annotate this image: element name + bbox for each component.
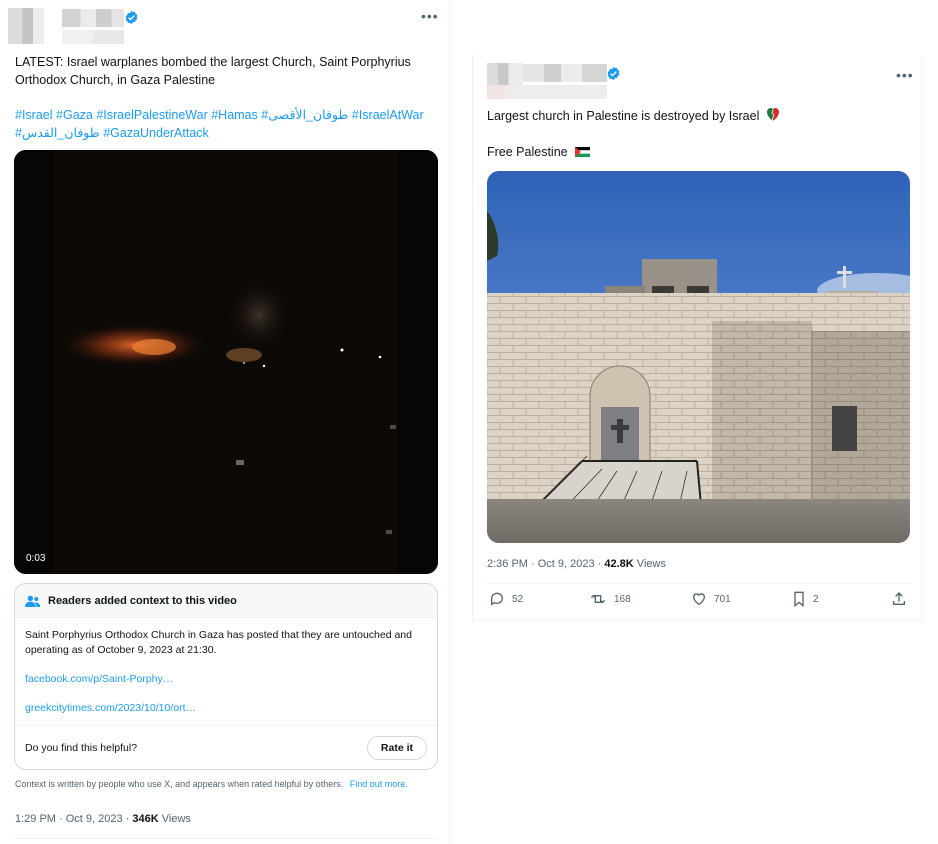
tweet-actions: 52 168 701 2 (487, 591, 910, 613)
repost-count: 168 (614, 593, 631, 605)
find-out-more-link[interactable]: Find out more. (350, 779, 408, 789)
divider (14, 838, 438, 839)
tweet-photo-church[interactable] (487, 171, 910, 543)
reply-count: 52 (512, 593, 524, 605)
tweet-video[interactable]: 0:03 (14, 150, 438, 574)
hashtags-line-2: #طوفان_القدس #GazaUnderAttack (15, 124, 435, 142)
author-name-redacted[interactable] (62, 9, 124, 27)
tweet-text: Free Palestine (487, 145, 568, 159)
author-handle-redacted (487, 85, 607, 99)
reply-button[interactable]: 52 (489, 591, 523, 607)
church-image (487, 171, 910, 543)
timestamp[interactable]: 2:36 PM · Oct 9, 2023 · (487, 558, 604, 570)
verified-badge-icon (125, 10, 138, 25)
context-disclaimer: Context is written by people who use X, … (15, 779, 408, 789)
more-options-icon[interactable]: ••• (421, 8, 439, 24)
hashtag-link[interactable]: #طوفان_الأقصى (261, 108, 348, 122)
video-timer: 0:03 (26, 553, 46, 564)
repost-button[interactable]: 168 (589, 591, 631, 607)
views-count: 42.8K (604, 558, 634, 570)
tweet-text-line-2: Free Palestine (487, 145, 591, 159)
hashtag-link[interactable]: #IsraelAtWar (352, 108, 424, 122)
timestamp[interactable]: 1:29 PM · Oct 9, 2023 · (15, 813, 132, 825)
community-note-body: Saint Porphyrius Orthodox Church in Gaza… (25, 629, 412, 656)
avatar[interactable] (8, 8, 44, 44)
reply-icon (491, 592, 503, 606)
people-icon (25, 595, 41, 607)
like-button[interactable]: 701 (691, 591, 731, 607)
tweet-text-line-1: Largest church in Palestine is destroyed… (487, 108, 779, 123)
hashtags: #Israel #Gaza #IsraelPalestineWar #Hamas… (15, 106, 435, 142)
views-label: Views (158, 813, 191, 825)
hashtag-link[interactable]: #GazaUnderAttack (103, 126, 209, 140)
hashtag-link[interactable]: #IsraelPalestineWar (96, 108, 207, 122)
context-text: Context is written by people who use X, … (15, 779, 344, 789)
community-note-footer: Do you find this helpful? Rate it (15, 725, 437, 769)
broken-heart-flag-icon (766, 108, 779, 122)
divider (487, 583, 910, 584)
source-link-facebook[interactable]: facebook.com/p/Saint-Porphy… (25, 672, 427, 687)
bookmark-count: 2 (813, 593, 819, 605)
heart-icon (692, 593, 706, 606)
source-link-greekcitytimes[interactable]: greekcitytimes.com/2023/10/10/ort… (25, 701, 427, 716)
video-frame (14, 150, 438, 574)
rate-it-button[interactable]: Rate it (366, 735, 427, 760)
bookmark-icon (794, 591, 804, 607)
community-note-header: Readers added context to this video (15, 584, 437, 618)
share-button[interactable] (891, 591, 914, 607)
tweet-text: LATEST: Israel warplanes bombed the larg… (15, 55, 411, 87)
views-label: Views (633, 558, 666, 570)
community-note-title: Readers added context to this video (48, 594, 237, 607)
repost-icon (590, 594, 606, 604)
bookmark-button[interactable]: 2 (792, 591, 819, 607)
community-note: Readers added context to this video Sain… (14, 583, 438, 770)
community-note-body-wrap: Saint Porphyrius Orthodox Church in Gaza… (15, 618, 437, 716)
hashtag-link[interactable]: #Israel (15, 108, 53, 122)
views-count: 346K (132, 813, 159, 825)
helpful-question: Do you find this helpful? (25, 741, 138, 754)
right-tweet: ••• Largest church in Palestine is destr… (472, 55, 922, 621)
like-count: 701 (714, 593, 731, 605)
author-handle-redacted (62, 30, 124, 44)
more-options-icon[interactable]: ••• (896, 67, 914, 83)
share-icon (893, 592, 905, 605)
hashtag-link[interactable]: #Gaza (56, 108, 93, 122)
hashtag-link[interactable]: #Hamas (211, 108, 258, 122)
author-name-redacted[interactable] (523, 64, 607, 82)
verified-badge-icon (607, 66, 620, 81)
hashtag-link[interactable]: #طوفان_القدس (15, 126, 100, 140)
left-tweet: ••• LATEST: Israel warplanes bombed the … (0, 0, 450, 844)
tweet-meta: 1:29 PM · Oct 9, 2023 · 346K Views (15, 813, 191, 825)
tweet-text: Largest church in Palestine is destroyed… (487, 109, 760, 123)
tweet-meta: 2:36 PM · Oct 9, 2023 · 42.8K Views (487, 558, 666, 570)
hashtags-line-1: #Israel #Gaza #IsraelPalestineWar #Hamas… (15, 106, 435, 124)
palestine-flag-icon (575, 147, 591, 157)
